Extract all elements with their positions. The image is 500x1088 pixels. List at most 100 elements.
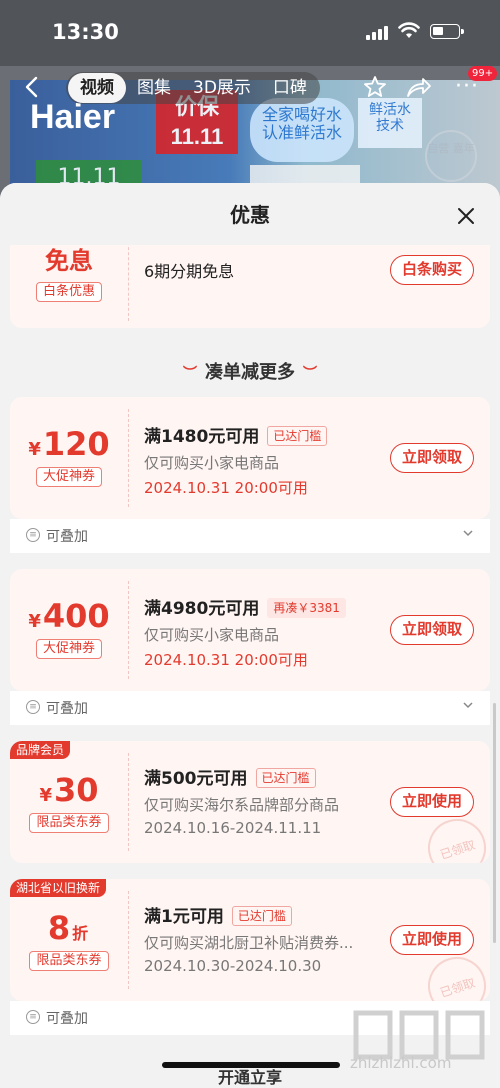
- chevron-down-icon: [463, 530, 473, 537]
- coupon-type-tag: 限品类东券: [29, 813, 109, 833]
- coupon-left: 8折 限品类东券: [10, 909, 128, 971]
- coupon-scope: 仅可购买小家电商品: [144, 626, 280, 644]
- claim-coupon-button[interactable]: 立即领取: [390, 615, 474, 645]
- installment-left: 免息 白条优惠: [10, 241, 128, 302]
- card-divider: [128, 581, 129, 679]
- coupon-scope: 仅可购买湖北厨卫补贴消费券...: [144, 934, 354, 952]
- tab-3d[interactable]: 3D展示: [182, 73, 262, 103]
- badge1-line1: 全家喝好水: [261, 105, 342, 124]
- coupon-date: 2024.10.31 20:00可用: [144, 479, 308, 497]
- coupon-title: 满4980元可用: [144, 599, 260, 619]
- section-heading: ︶ 凑单减更多 ︶: [0, 358, 500, 384]
- coupon-corner-label: 湖北省以旧换新: [10, 879, 107, 897]
- self-operated-stamp: 自营 嘉年: [425, 130, 477, 182]
- badge1-line2: 认准鲜活水: [261, 123, 342, 142]
- offers-sheet: 免息 白条优惠 6期分期免息 白条购买 优惠 ︶ 凑单减更多 ︶ ¥120 大促神券…: [0, 183, 500, 1081]
- wifi-icon: [398, 22, 420, 38]
- coupon-date: 2024.10.31 20:00可用: [144, 651, 308, 669]
- sheet-title-text: 优惠: [230, 203, 270, 227]
- wave-left-icon: ︶: [183, 366, 197, 382]
- installment-tag: 白条优惠: [35, 282, 102, 302]
- coupon-corner-label: 品牌会员: [10, 741, 71, 759]
- promo-badge-water: 全家喝好水 认准鲜活水: [250, 98, 354, 162]
- media-tabs: 视频 图集 3D展示 口碑: [66, 72, 320, 104]
- coupon-card: ¥120 大促神券 满1480元可用 已达门槛 仅可购买小家电商品 2024.10…: [10, 397, 490, 519]
- scrollbar[interactable]: [493, 703, 496, 943]
- coupon-status-badge: 已达门槛: [255, 768, 316, 788]
- coupon-status-badge: 再凑￥3381: [267, 598, 346, 618]
- message-count-badge: 99+: [468, 66, 498, 81]
- baitiao-buy-button[interactable]: 白条购买: [390, 255, 474, 285]
- chevron-down-icon: [463, 702, 473, 709]
- coupon-card: ¥400 大促神券 满4980元可用 再凑￥3381 仅可购买小家电商品 2024…: [10, 569, 490, 691]
- stack-icon: ≡: [26, 528, 40, 542]
- tab-video[interactable]: 视频: [68, 73, 126, 103]
- tab-reviews[interactable]: 口碑: [262, 73, 318, 103]
- claim-coupon-button[interactable]: 立即领取: [390, 443, 474, 473]
- stackable-label: 可叠加: [46, 1011, 88, 1027]
- coupon-threshold: 满1元可用 已达门槛: [144, 902, 292, 927]
- currency-symbol: ¥: [39, 785, 52, 806]
- coupon-card: 品牌会员 ¥30 限品类东券 满500元可用 已达门槛 仅可购买海尔系品牌部分商品…: [10, 741, 490, 863]
- back-arrow-icon[interactable]: [20, 74, 46, 100]
- coupon-threshold: 满500元可用 已达门槛: [144, 764, 316, 789]
- badge2-line2: 技术: [376, 118, 404, 134]
- installment-amount: 免息: [45, 247, 93, 275]
- currency-symbol: ¥: [28, 439, 41, 460]
- watermark-text: zhizhizhi.com: [350, 1054, 452, 1072]
- coupon-amount: 8: [47, 909, 71, 947]
- card-divider: [128, 237, 129, 321]
- coupon-amount: 30: [54, 771, 99, 809]
- claimed-stamp: 已领取: [420, 949, 490, 1001]
- discount-unit: 折: [72, 924, 89, 943]
- coupon-type-tag: 限品类东券: [29, 951, 109, 971]
- wave-right-icon: ︶: [303, 366, 317, 382]
- coupon-amount: 400: [42, 597, 110, 635]
- coupon-scope: 仅可购买海尔系品牌部分商品: [144, 796, 340, 814]
- card-divider: [128, 753, 129, 851]
- share-icon[interactable]: [404, 74, 432, 100]
- stack-icon: ≡: [26, 700, 40, 714]
- status-time: 13:30: [52, 20, 119, 44]
- close-icon[interactable]: [457, 207, 475, 225]
- sheet-title: 优惠: [0, 183, 500, 245]
- section-heading-text: 凑单减更多: [205, 362, 295, 383]
- tab-gallery[interactable]: 图集: [126, 73, 182, 103]
- coupon-amount: 120: [42, 425, 110, 463]
- coupon-title: 满1480元可用: [144, 427, 260, 447]
- product-nav-bar: 视频 图集 3D展示 口碑 ··· 99+: [0, 66, 500, 106]
- coupon-threshold: 满1480元可用 已达门槛: [144, 422, 328, 447]
- coupon-left: ¥120 大促神券: [10, 425, 128, 487]
- coupon-date: 2024.10.16-2024.11.11: [144, 819, 322, 837]
- stackable-row[interactable]: ≡ 可叠加: [10, 519, 490, 553]
- stackable-row[interactable]: ≡ 可叠加: [10, 691, 490, 725]
- stackable-label: 可叠加: [46, 701, 88, 717]
- coupon-type-tag: 大促神券: [35, 639, 102, 659]
- currency-symbol: ¥: [28, 611, 41, 632]
- coupon-type-tag: 大促神券: [35, 467, 102, 487]
- coupon-status-badge: 已达门槛: [267, 426, 328, 446]
- cellular-signal-icon: [366, 26, 388, 40]
- coupon-threshold: 满4980元可用 再凑￥3381: [144, 594, 346, 619]
- use-coupon-button[interactable]: 立即使用: [390, 925, 474, 955]
- card-divider: [128, 409, 129, 507]
- battery-icon: [430, 24, 464, 39]
- home-indicator[interactable]: [162, 1062, 340, 1068]
- status-bar: 13:30: [0, 0, 500, 66]
- price-tag-line2: 11.11: [170, 124, 224, 149]
- coupon-left: ¥400 大促神券: [10, 597, 128, 659]
- coupon-status-badge: 已达门槛: [231, 906, 292, 926]
- coupon-card: 湖北省以旧换新 8折 限品类东券 满1元可用 已达门槛 仅可购买湖北厨卫补贴消费券…: [10, 879, 490, 1001]
- stack-icon: ≡: [26, 1010, 40, 1024]
- stackable-label: 可叠加: [46, 529, 88, 545]
- use-coupon-button[interactable]: 立即使用: [390, 787, 474, 817]
- favorite-star-icon[interactable]: [362, 74, 388, 100]
- coupon-title: 满1元可用: [144, 907, 224, 927]
- installment-desc: 6期分期免息: [144, 262, 235, 281]
- coupon-scope: 仅可购买小家电商品: [144, 454, 280, 472]
- coupon-date: 2024.10.30-2024.10.30: [144, 957, 322, 975]
- claimed-stamp: 已领取: [420, 811, 490, 863]
- coupon-left: ¥30 限品类东券: [10, 771, 128, 833]
- coupon-title: 满500元可用: [144, 769, 248, 789]
- card-divider: [128, 891, 129, 989]
